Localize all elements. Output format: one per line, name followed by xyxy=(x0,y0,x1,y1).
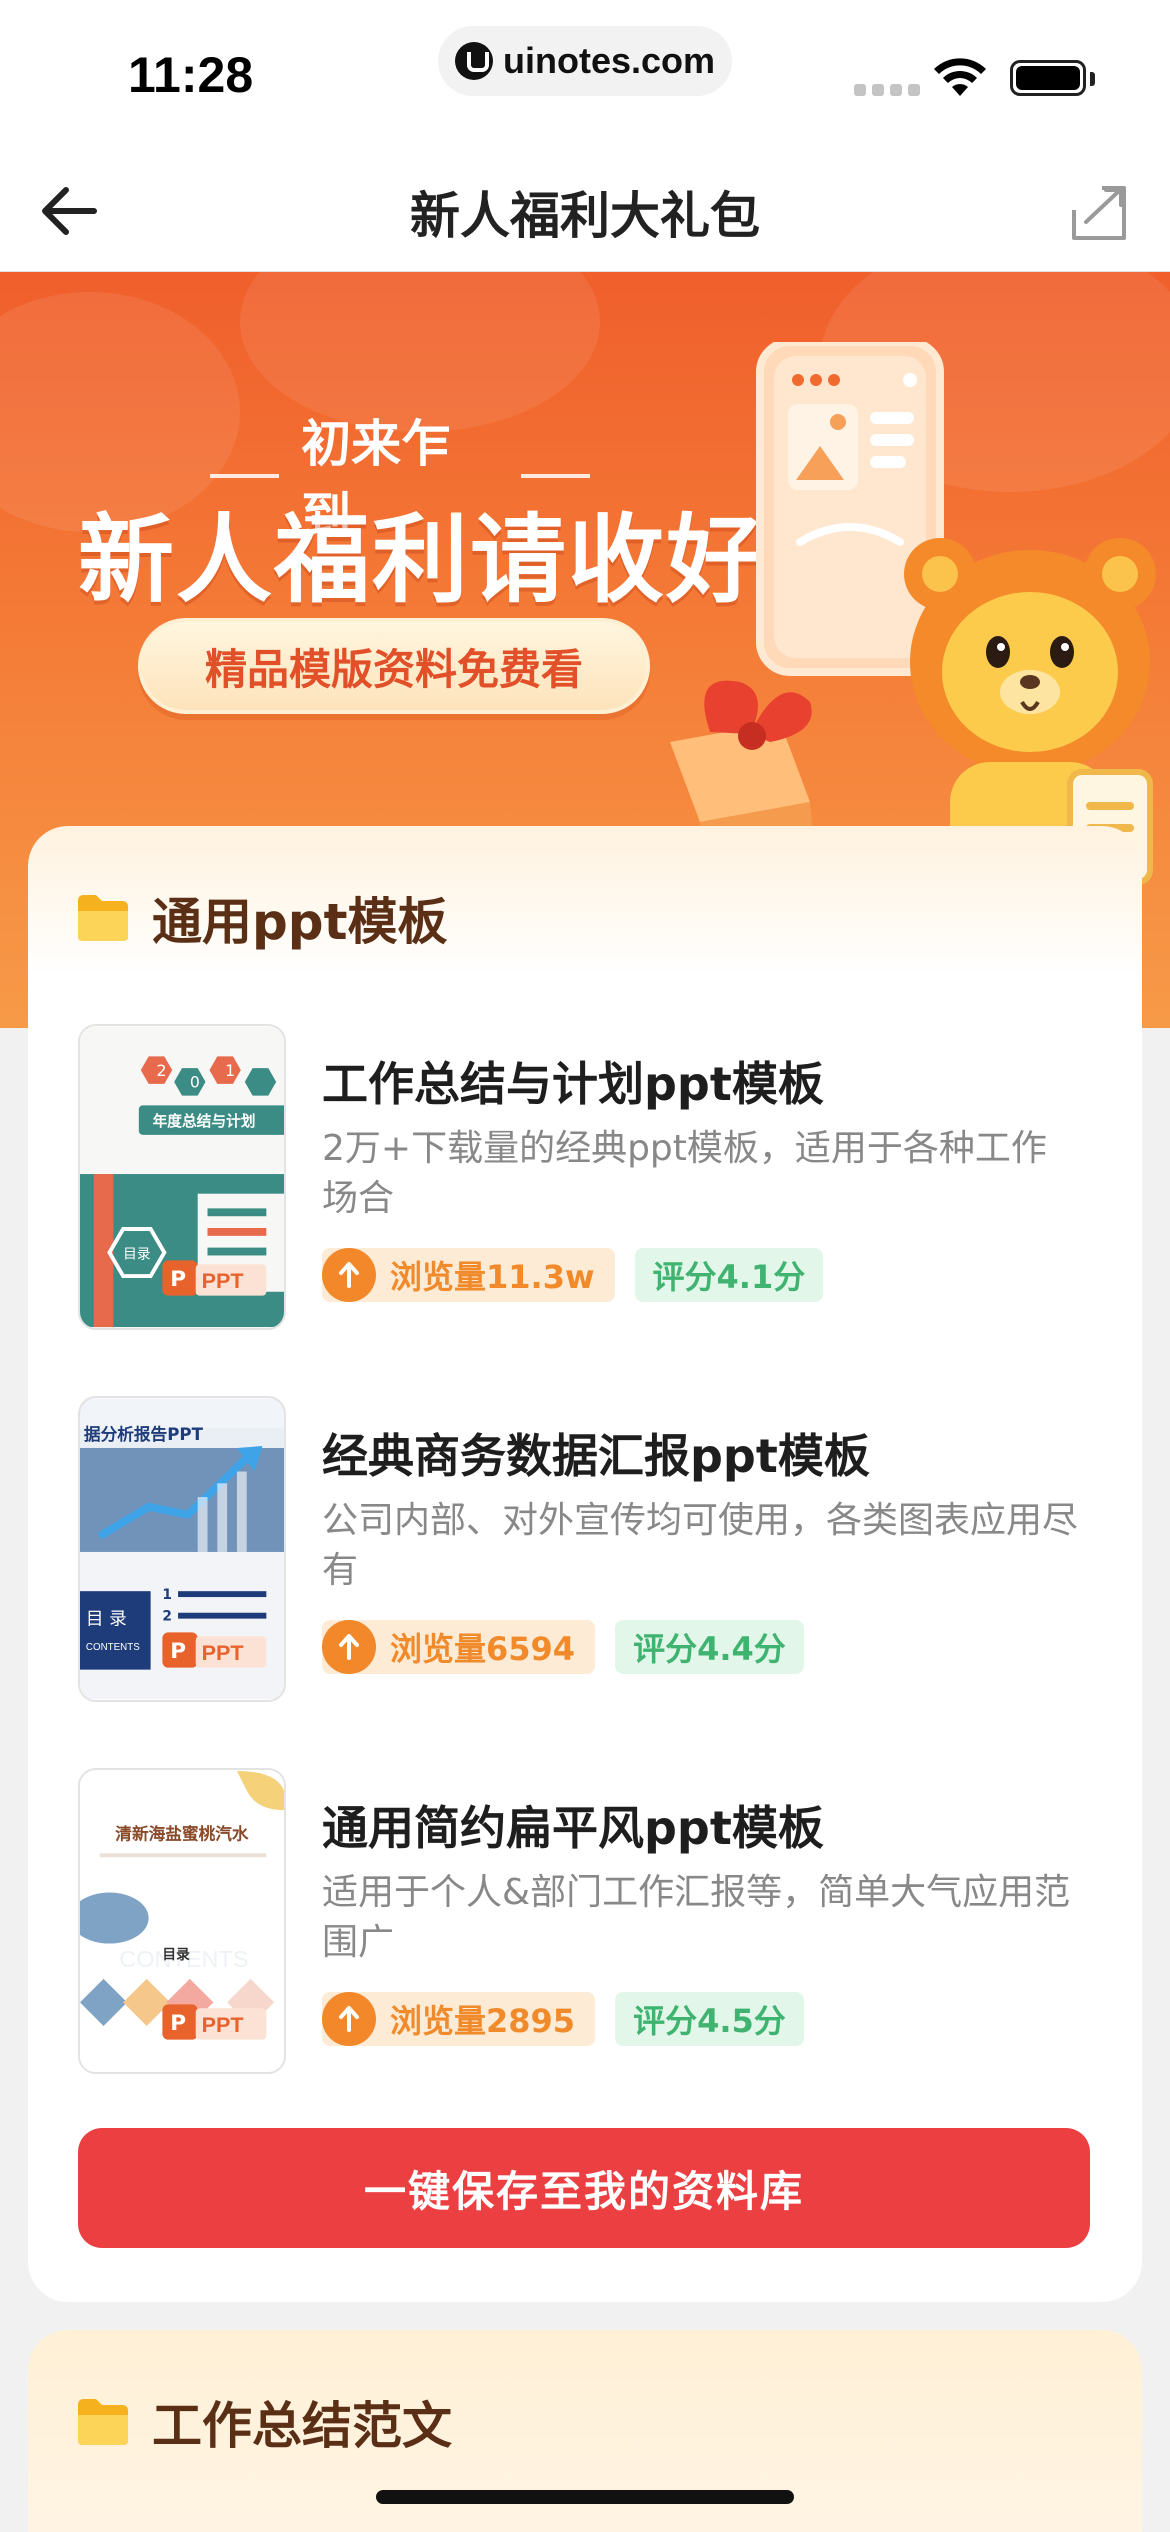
svg-text:2: 2 xyxy=(157,1061,167,1080)
thumbnail-image: 清新海盐蜜桃汽水 CONTENTS 目录 P PPT xyxy=(80,1770,284,2072)
template-thumbnail[interactable]: 2 0 1 年度总结与计划 目录 P PPT xyxy=(78,1024,286,1330)
up-arrow-icon xyxy=(322,1992,376,2046)
svg-text:目录: 目录 xyxy=(162,1947,190,1963)
site-icon xyxy=(454,42,493,80)
template-description: 适用于个人&部门工作汇报等，简单大气应用范围广 xyxy=(322,1872,1071,1963)
svg-text:P: P xyxy=(170,1639,186,1664)
folder-icon xyxy=(78,2399,128,2445)
template-title[interactable]: 经典商务数据汇报ppt模板 xyxy=(322,1420,1102,1486)
home-indicator[interactable] xyxy=(376,2490,794,2504)
section-header: 工作总结范文 xyxy=(76,2386,452,2458)
svg-text:P: P xyxy=(170,2011,186,2036)
score-badge: 评分4.5分 xyxy=(615,1992,804,2046)
template-item[interactable]: 清新海盐蜜桃汽水 CONTENTS 目录 P PPT 通用简约扁平风ppt模板 … xyxy=(78,1768,1108,2074)
svg-text:P: P xyxy=(170,1267,186,1292)
score-badge: 评分4.4分 xyxy=(615,1620,804,1674)
svg-text:0: 0 xyxy=(190,1073,200,1092)
up-arrow-icon xyxy=(322,1248,376,1302)
svg-text:目 录: 目 录 xyxy=(86,1609,127,1630)
thumbnail-image: 据分析报告PPT 目 录 CONTENTS 1 2 P PPT xyxy=(80,1398,284,1700)
url-pill[interactable]: uinotes.com xyxy=(438,26,732,96)
views-badge: 浏览量11.3w xyxy=(322,1248,615,1302)
url-text: uinotes.com xyxy=(502,40,716,81)
svg-text:据分析报告PPT: 据分析报告PPT xyxy=(84,1424,204,1444)
cellular-signal-icon xyxy=(854,84,920,96)
svg-text:1: 1 xyxy=(225,1061,235,1080)
template-thumbnail[interactable]: 据分析报告PPT 目 录 CONTENTS 1 2 P PPT xyxy=(78,1396,286,1702)
svg-text:1: 1 xyxy=(162,1587,172,1603)
views-badge: 浏览量6594 xyxy=(322,1620,596,1674)
thumb-heading: 年度总结与计划 xyxy=(153,1112,256,1130)
page-title: 新人福利大礼包 xyxy=(410,187,760,245)
section-header: 通用ppt模板 xyxy=(76,882,447,954)
template-tags: 浏览量6594 评分4.4分 xyxy=(322,1620,804,1674)
template-description: 2万+下载量的经典ppt模板，适用于各种工作场合 xyxy=(322,1128,1047,1219)
svg-text:PPT: PPT xyxy=(202,1640,244,1665)
svg-text:PPT: PPT xyxy=(202,1268,244,1293)
up-arrow-icon xyxy=(322,1620,376,1674)
template-tags: 浏览量2895 评分4.5分 xyxy=(322,1992,804,2046)
nav-bar: 新人福利大礼包 xyxy=(0,150,1170,272)
score-badge: 评分4.1分 xyxy=(634,1248,824,1302)
status-bar: 11:28 uinotes.com xyxy=(0,0,1170,150)
banner-pill[interactable]: 精品模版资料免费看 xyxy=(138,618,650,714)
svg-text:目录: 目录 xyxy=(123,1246,151,1262)
folder-icon xyxy=(78,895,128,941)
save-to-library-button[interactable]: 一键保存至我的资料库 xyxy=(78,2128,1090,2248)
lion-mascot-illustration xyxy=(670,342,1156,902)
section-title: 工作总结范文 xyxy=(152,2397,452,2455)
share-icon[interactable] xyxy=(1066,180,1132,246)
wifi-icon xyxy=(934,58,986,96)
views-text: 浏览量11.3w xyxy=(390,1258,595,1296)
template-item[interactable]: 据分析报告PPT 目 录 CONTENTS 1 2 P PPT 经典商务数据汇报… xyxy=(78,1396,1108,1702)
views-text: 浏览量2895 xyxy=(390,2002,576,2040)
svg-text:2: 2 xyxy=(162,1609,172,1625)
views-text: 浏览量6594 xyxy=(390,1630,576,1668)
status-time: 11:28 xyxy=(128,47,254,103)
template-title[interactable]: 通用简约扁平风ppt模板 xyxy=(322,1792,1102,1858)
template-section-card: 通用ppt模板 2 0 1 年度总结与计划 目录 P PPT 工作总结与计划pp… xyxy=(28,826,1142,2302)
template-tags: 浏览量11.3w 评分4.1分 xyxy=(322,1248,824,1302)
template-thumbnail[interactable]: 清新海盐蜜桃汽水 CONTENTS 目录 P PPT xyxy=(78,1768,286,2074)
svg-text:PPT: PPT xyxy=(202,2012,244,2037)
views-badge: 浏览量2895 xyxy=(322,1992,596,2046)
template-item[interactable]: 2 0 1 年度总结与计划 目录 P PPT 工作总结与计划ppt模板 2万+下… xyxy=(78,1024,1108,1330)
thumbnail-image: 2 0 1 年度总结与计划 目录 P PPT xyxy=(80,1026,284,1328)
svg-text:清新海盐蜜桃汽水: 清新海盐蜜桃汽水 xyxy=(115,1824,249,1844)
svg-text:CONTENTS: CONTENTS xyxy=(86,1642,140,1653)
battery-icon xyxy=(1010,60,1086,96)
template-title[interactable]: 工作总结与计划ppt模板 xyxy=(322,1048,1102,1114)
template-description: 公司内部、对外宣传均可使用，各类图表应用尽有 xyxy=(322,1500,1079,1591)
section-title: 通用ppt模板 xyxy=(152,893,448,951)
battery-cap xyxy=(1090,72,1095,86)
